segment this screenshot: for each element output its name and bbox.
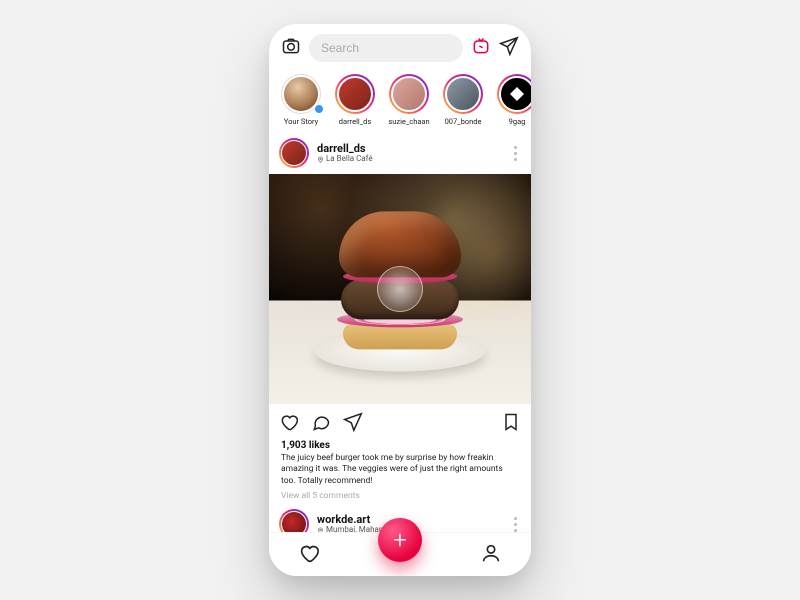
view-comments-link[interactable]: View all 5 comments bbox=[269, 489, 531, 503]
story-label: Your Story bbox=[284, 117, 318, 126]
post-location[interactable]: La Bella Café bbox=[317, 155, 506, 164]
post-action-bar bbox=[269, 404, 531, 440]
share-icon[interactable] bbox=[343, 412, 363, 436]
post-username[interactable]: darrell_ds bbox=[317, 143, 506, 155]
post-author-avatar[interactable] bbox=[279, 509, 309, 532]
story-your-story[interactable]: Your Story bbox=[279, 74, 323, 126]
igtv-icon[interactable] bbox=[471, 36, 491, 60]
story-item[interactable]: 007_bonde bbox=[441, 74, 485, 126]
post-image[interactable] bbox=[269, 174, 531, 404]
post-more-icon[interactable] bbox=[514, 146, 521, 161]
post-author-avatar[interactable] bbox=[279, 138, 309, 168]
phone-frame: Your Story darrell_ds suzie_chaan 007_bo… bbox=[269, 24, 531, 576]
story-label: darrell_ds bbox=[339, 117, 371, 126]
touch-ripple-icon bbox=[377, 266, 423, 312]
nav-profile-icon[interactable] bbox=[480, 542, 502, 568]
story-label: suzie_chaan bbox=[388, 117, 429, 126]
post-caption: The juicy beef burger took me by surpris… bbox=[269, 451, 531, 489]
feed-scroll-area[interactable]: Your Story darrell_ds suzie_chaan 007_bo… bbox=[269, 70, 531, 532]
comment-icon[interactable] bbox=[311, 412, 331, 436]
bookmark-icon[interactable] bbox=[501, 412, 521, 436]
post-more-icon[interactable] bbox=[514, 517, 521, 532]
camera-icon[interactable] bbox=[281, 36, 301, 60]
story-label: 007_bonde bbox=[445, 117, 482, 126]
add-story-badge bbox=[314, 104, 324, 114]
search-field[interactable] bbox=[309, 34, 463, 62]
top-bar bbox=[269, 24, 531, 68]
stories-tray[interactable]: Your Story darrell_ds suzie_chaan 007_bo… bbox=[269, 70, 531, 132]
nav-activity-icon[interactable] bbox=[298, 542, 320, 568]
plus-icon: + bbox=[393, 526, 407, 554]
story-item[interactable]: suzie_chaan bbox=[387, 74, 431, 126]
search-input[interactable] bbox=[321, 41, 451, 55]
story-item[interactable]: 9gag bbox=[495, 74, 531, 126]
story-item[interactable]: darrell_ds bbox=[333, 74, 377, 126]
post-header: darrell_ds La Bella Café bbox=[269, 132, 531, 174]
story-label: 9gag bbox=[509, 117, 526, 126]
like-icon[interactable] bbox=[279, 412, 299, 436]
likes-count[interactable]: 1,903 likes bbox=[269, 440, 531, 451]
create-post-button[interactable]: + bbox=[378, 518, 422, 562]
direct-message-icon[interactable] bbox=[499, 36, 519, 60]
